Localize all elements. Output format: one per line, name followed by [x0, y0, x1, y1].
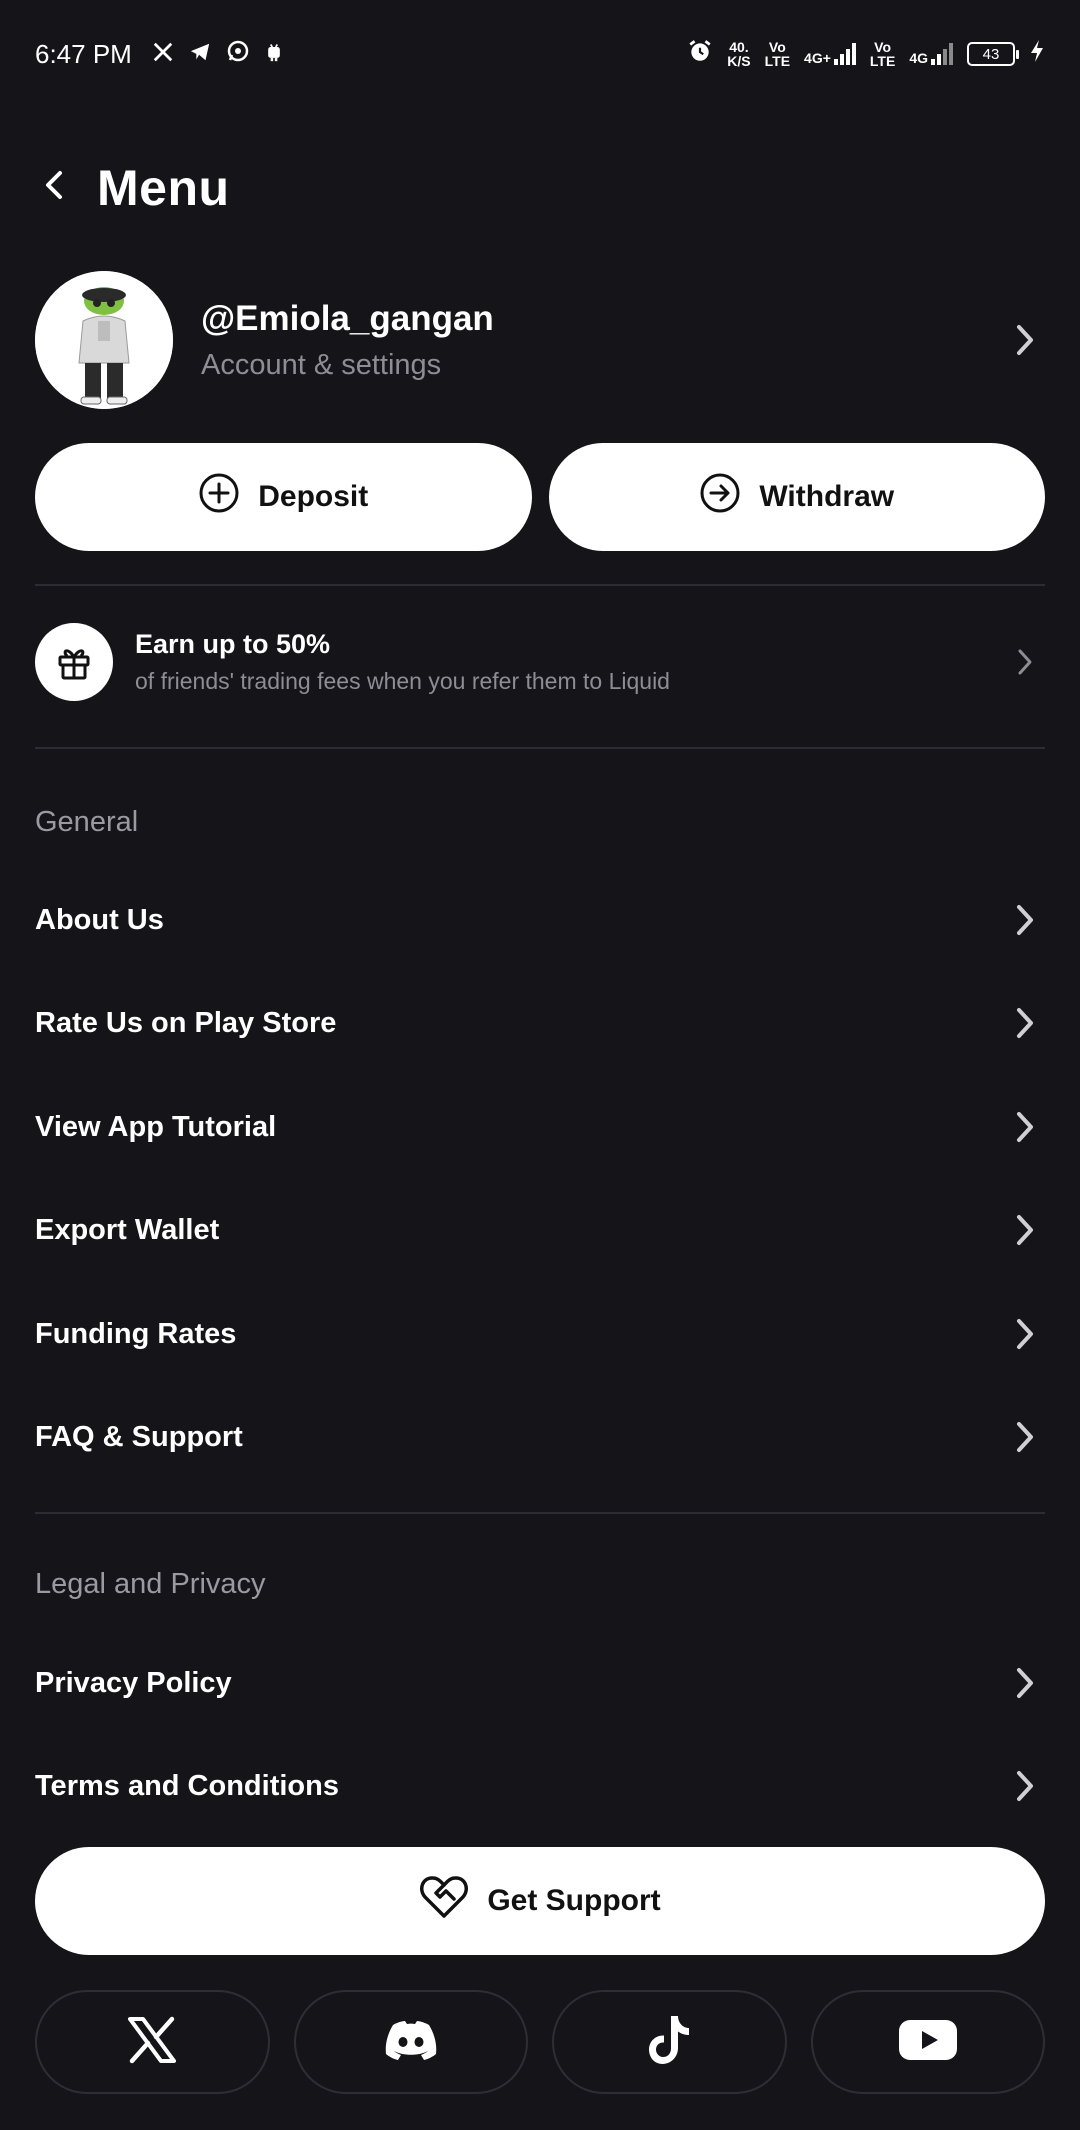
menu-item-export-wallet[interactable]: Export Wallet	[35, 1190, 1045, 1270]
signal-bars-icon	[931, 43, 953, 65]
wallet-actions: Deposit Withdraw	[35, 443, 1045, 551]
x-icon	[126, 2016, 178, 2069]
withdraw-label: Withdraw	[759, 480, 895, 513]
chevron-right-icon	[1005, 1314, 1045, 1354]
x-notification-icon	[152, 39, 174, 70]
chevron-right-icon	[1005, 1663, 1045, 1703]
menu-item-about-us[interactable]: About Us	[35, 880, 1045, 960]
get-support-button[interactable]: Get Support	[35, 1847, 1045, 1955]
divider	[35, 1512, 1045, 1514]
profile-row[interactable]: @Emiola_gangan Account & settings	[35, 270, 1045, 410]
menu-item-label: View App Tutorial	[35, 1110, 277, 1143]
chevron-right-icon	[1005, 900, 1045, 940]
menu-item-label: FAQ & Support	[35, 1420, 243, 1453]
status-bar: 6:47 PM 40. K/S Vo LTE 4G+ Vo LTE 4G 43	[0, 0, 1080, 108]
telegram-notification-icon	[188, 39, 212, 70]
page-title: Menu	[97, 159, 230, 216]
gift-icon	[35, 623, 113, 701]
username: @Emiola_gangan	[201, 298, 494, 338]
youtube-social-button[interactable]	[810, 1990, 1045, 2094]
signal-1: 4G+	[804, 43, 856, 65]
whatsapp-notification-icon	[226, 39, 250, 70]
chevron-left-icon	[40, 167, 70, 208]
referral-banner[interactable]: Earn up to 50% of friends' trading fees …	[35, 620, 1045, 704]
android-notification-icon	[264, 39, 284, 70]
plus-circle-icon	[198, 472, 240, 522]
discord-social-button[interactable]	[293, 1990, 528, 2094]
signal-2: 4G	[909, 43, 953, 65]
volte-2: Vo LTE	[869, 39, 896, 69]
menu-item-label: About Us	[35, 903, 164, 936]
menu-item-app-tutorial[interactable]: View App Tutorial	[35, 1087, 1045, 1167]
referral-text: Earn up to 50% of friends' trading fees …	[135, 629, 1005, 695]
deposit-label: Deposit	[258, 480, 369, 513]
menu-item-rate-us[interactable]: Rate Us on Play Store	[35, 983, 1045, 1063]
divider	[35, 584, 1045, 586]
arrow-right-circle-icon	[699, 472, 741, 522]
menu-item-faq-support[interactable]: FAQ & Support	[35, 1397, 1045, 1477]
menu-item-funding-rates[interactable]: Funding Rates	[35, 1294, 1045, 1374]
avatar	[35, 271, 173, 409]
status-time: 6:47 PM	[35, 38, 132, 69]
chevron-right-icon	[1005, 1003, 1045, 1043]
alarm-icon	[687, 38, 713, 71]
chevron-right-icon	[1005, 320, 1045, 360]
charging-icon	[1029, 39, 1045, 70]
signal-bars-icon	[833, 43, 856, 65]
tiktok-icon	[647, 2014, 691, 2071]
x-social-button[interactable]	[35, 1990, 270, 2094]
account-settings-label: Account & settings	[201, 348, 442, 381]
menu-item-terms[interactable]: Terms and Conditions	[35, 1746, 1045, 1826]
chevron-right-icon	[1005, 1107, 1045, 1147]
chevron-right-icon	[1005, 642, 1045, 682]
menu-item-label: Terms and Conditions	[35, 1769, 339, 1802]
battery-icon: 43	[967, 42, 1019, 66]
chevron-right-icon	[1005, 1210, 1045, 1250]
header: Menu	[35, 150, 230, 225]
youtube-icon	[898, 2019, 958, 2066]
menu-item-privacy-policy[interactable]: Privacy Policy	[35, 1643, 1045, 1723]
menu-item-label: Export Wallet	[35, 1213, 220, 1246]
withdraw-button[interactable]: Withdraw	[548, 443, 1045, 551]
divider	[35, 747, 1045, 749]
referral-subtitle: of friends' trading fees when you refer …	[135, 668, 670, 694]
section-title-general: General	[35, 806, 139, 838]
status-bar-left: 6:47 PM	[35, 39, 284, 70]
menu-item-label: Funding Rates	[35, 1317, 237, 1350]
heart-handshake-icon	[419, 1874, 469, 1928]
network-speed: 40. K/S	[727, 39, 751, 69]
back-button[interactable]	[27, 160, 83, 216]
section-title-legal: Legal and Privacy	[35, 1568, 266, 1600]
status-bar-right: 40. K/S Vo LTE 4G+ Vo LTE 4G 43	[687, 38, 1045, 71]
deposit-button[interactable]: Deposit	[35, 443, 532, 551]
referral-title: Earn up to 50%	[135, 629, 331, 659]
get-support-label: Get Support	[487, 1884, 661, 1917]
tiktok-social-button[interactable]	[552, 1990, 787, 2094]
chevron-right-icon	[1005, 1766, 1045, 1806]
social-links	[35, 1990, 1045, 2094]
chevron-right-icon	[1005, 1417, 1045, 1457]
menu-item-label: Privacy Policy	[35, 1666, 232, 1699]
discord-icon	[383, 2019, 439, 2066]
volte-1: Vo LTE	[764, 39, 791, 69]
menu-item-label: Rate Us on Play Store	[35, 1006, 337, 1039]
profile-text: @Emiola_gangan Account & settings	[201, 299, 1005, 382]
